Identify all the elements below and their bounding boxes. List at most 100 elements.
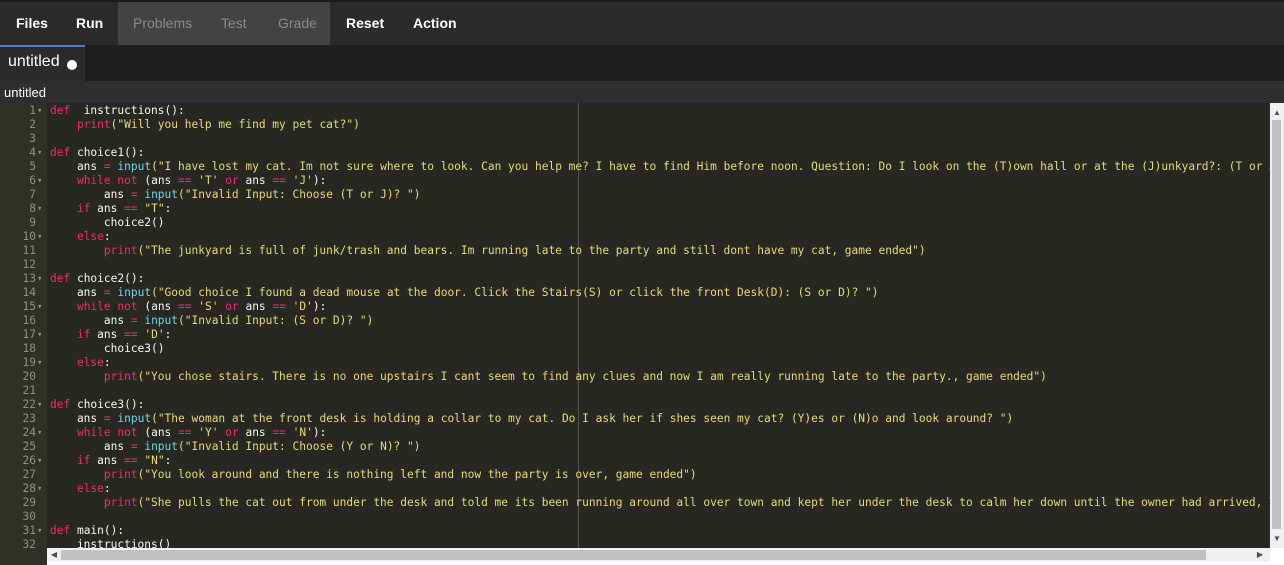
fold-arrow-icon[interactable]: ▾ [37, 174, 47, 188]
vertical-scroll-thumb[interactable] [1272, 120, 1281, 529]
code-line[interactable]: 11 print("The junkyard is full of junk/t… [0, 244, 1270, 258]
code-line[interactable]: 20 print("You chose stairs. There is no … [0, 370, 1270, 384]
code-editor[interactable]: 1 ▾ def instructions(): 2 print("Will you h… [0, 103, 1270, 548]
fold-arrow-icon[interactable]: ▾ [37, 426, 47, 440]
code-token: 'N' [292, 426, 313, 439]
fold-arrow-icon[interactable]: ▾ [37, 328, 47, 342]
code-line[interactable]: 23 ans = input("The woman at the front d… [0, 412, 1270, 426]
line-number: 29 [22, 496, 36, 509]
code-token: ans [50, 160, 104, 173]
code-line[interactable]: 32 instructions() [0, 538, 1270, 548]
code-line[interactable]: 6 ▾ while not (ans == 'T' or ans == 'J'): [0, 174, 1270, 188]
code-text: else: [50, 482, 111, 496]
code-token: ans [238, 300, 273, 313]
fold-arrow-icon[interactable]: ▾ [37, 202, 47, 216]
code-token: ("Invalid Input: Choose (T or J)? ") [178, 188, 421, 201]
fold-arrow-icon[interactable]: ▾ [37, 230, 47, 244]
scroll-down-arrow-icon[interactable]: ▼ [1272, 534, 1282, 544]
code-token: : [164, 454, 172, 467]
fold-arrow-icon[interactable]: ▾ [37, 272, 47, 286]
code-line[interactable]: 12 [0, 258, 1270, 272]
code-token: == [178, 174, 192, 187]
code-token: = [130, 440, 138, 453]
horizontal-scroll-thumb[interactable] [61, 550, 1206, 560]
code-token: ans [50, 440, 131, 453]
line-number: 7 [29, 188, 36, 201]
line-number: 17 [22, 328, 36, 341]
code-line[interactable]: 31 ▾ def main(): [0, 524, 1270, 538]
code-token: else [76, 230, 104, 243]
code-line[interactable]: 4 ▾ def choice1(): [0, 146, 1270, 160]
code-token: ans [50, 188, 131, 201]
line-number: 3 [29, 132, 36, 145]
code-line[interactable]: 16 ans = input("Invalid Input: (S or D)?… [0, 314, 1270, 328]
scroll-up-arrow-icon[interactable]: ▲ [1272, 108, 1282, 118]
run-button[interactable]: Run [76, 2, 103, 45]
vertical-scrollbar[interactable]: ▲ ▼ [1270, 103, 1284, 548]
code-token: 'T' [198, 174, 219, 187]
code-token: choice2(): [70, 272, 145, 285]
code-token: ans [90, 328, 125, 341]
fold-arrow-icon[interactable]: ▾ [37, 482, 47, 496]
code-line[interactable]: 9 choice2() [0, 216, 1270, 230]
code-line[interactable]: 26 ▾ if ans == "N": [0, 454, 1270, 468]
fold-arrow-icon[interactable]: ▾ [37, 104, 47, 118]
code-token: 'D' [292, 300, 313, 313]
line-number: 6 [29, 174, 36, 187]
code-line[interactable]: 30 [0, 510, 1270, 524]
code-token: else [76, 482, 104, 495]
code-line[interactable]: 2 print("Will you help me find my pet ca… [0, 118, 1270, 132]
code-text: def choice3(): [50, 398, 144, 412]
fold-arrow-icon[interactable]: ▾ [37, 356, 47, 370]
fold-arrow-icon[interactable]: ▾ [37, 398, 47, 412]
code-line[interactable]: 10 ▾ else: [0, 230, 1270, 244]
code-line[interactable]: 14 ans = input("Good choice I found a de… [0, 286, 1270, 300]
horizontal-scrollbar[interactable]: ◀ ▶ [47, 548, 1270, 562]
files-button[interactable]: Files [16, 2, 48, 45]
code-line[interactable]: 18 choice3() [0, 342, 1270, 356]
line-number: 12 [22, 258, 36, 271]
code-text: ans = input("Invalid Input: (S or D)? ") [50, 314, 373, 328]
code-line[interactable]: 22 ▾ def choice3(): [0, 398, 1270, 412]
code-line[interactable]: 21 [0, 384, 1270, 398]
code-token: else [76, 356, 104, 369]
fold-arrow-icon[interactable]: ▾ [37, 454, 47, 468]
code-line[interactable]: 5 ans = input("I have lost my cat. Im no… [0, 160, 1270, 174]
tab-untitled[interactable]: untitled [0, 45, 85, 81]
fold-arrow-icon[interactable]: ▾ [37, 300, 47, 314]
code-line[interactable]: 28 ▾ else: [0, 482, 1270, 496]
fold-arrow-icon[interactable]: ▾ [37, 146, 47, 160]
line-number: 24 [22, 426, 36, 439]
line-number: 27 [22, 468, 36, 481]
code-token: ans [90, 202, 125, 215]
code-line[interactable]: 24 ▾ while not (ans == 'Y' or ans == 'N')… [0, 426, 1270, 440]
code-line[interactable]: 15 ▾ while not (ans == 'S' or ans == 'D')… [0, 300, 1270, 314]
code-line[interactable]: 8 ▾ if ans == "T": [0, 202, 1270, 216]
action-button[interactable]: Action [413, 2, 457, 45]
code-line[interactable]: 3 [0, 132, 1270, 146]
code-line[interactable]: 13 ▾ def choice2(): [0, 272, 1270, 286]
scroll-left-arrow-icon[interactable]: ◀ [49, 550, 59, 560]
code-text: def main(): [50, 524, 124, 538]
code-line[interactable]: 1 ▾ def instructions(): [0, 104, 1270, 118]
test-button[interactable]: Test [221, 2, 247, 45]
code-line[interactable]: 19 ▾ else: [0, 356, 1270, 370]
code-token: while [76, 426, 111, 439]
code-token: : [103, 356, 111, 369]
grade-button[interactable]: Grade [278, 2, 317, 45]
code-token: if [76, 328, 91, 341]
fold-arrow-icon[interactable]: ▾ [37, 524, 47, 538]
code-token: 'J' [292, 174, 313, 187]
code-line[interactable]: 29 print("She pulls the cat out from und… [0, 496, 1270, 510]
code-line[interactable]: 17 ▾ if ans == 'D': [0, 328, 1270, 342]
reset-button[interactable]: Reset [346, 2, 384, 45]
code-text: if ans == 'D': [50, 328, 171, 342]
code-line[interactable]: 27 print("You look around and there is n… [0, 468, 1270, 482]
scroll-right-arrow-icon[interactable]: ▶ [1255, 550, 1265, 560]
code-text: ans = input("I have lost my cat. Im not … [50, 160, 1270, 174]
code-line[interactable]: 7 ans = input("Invalid Input: Choose (T … [0, 188, 1270, 202]
problems-button[interactable]: Problems [133, 2, 192, 45]
code-line[interactable]: 25 ans = input("Invalid Input: Choose (Y… [0, 440, 1270, 454]
